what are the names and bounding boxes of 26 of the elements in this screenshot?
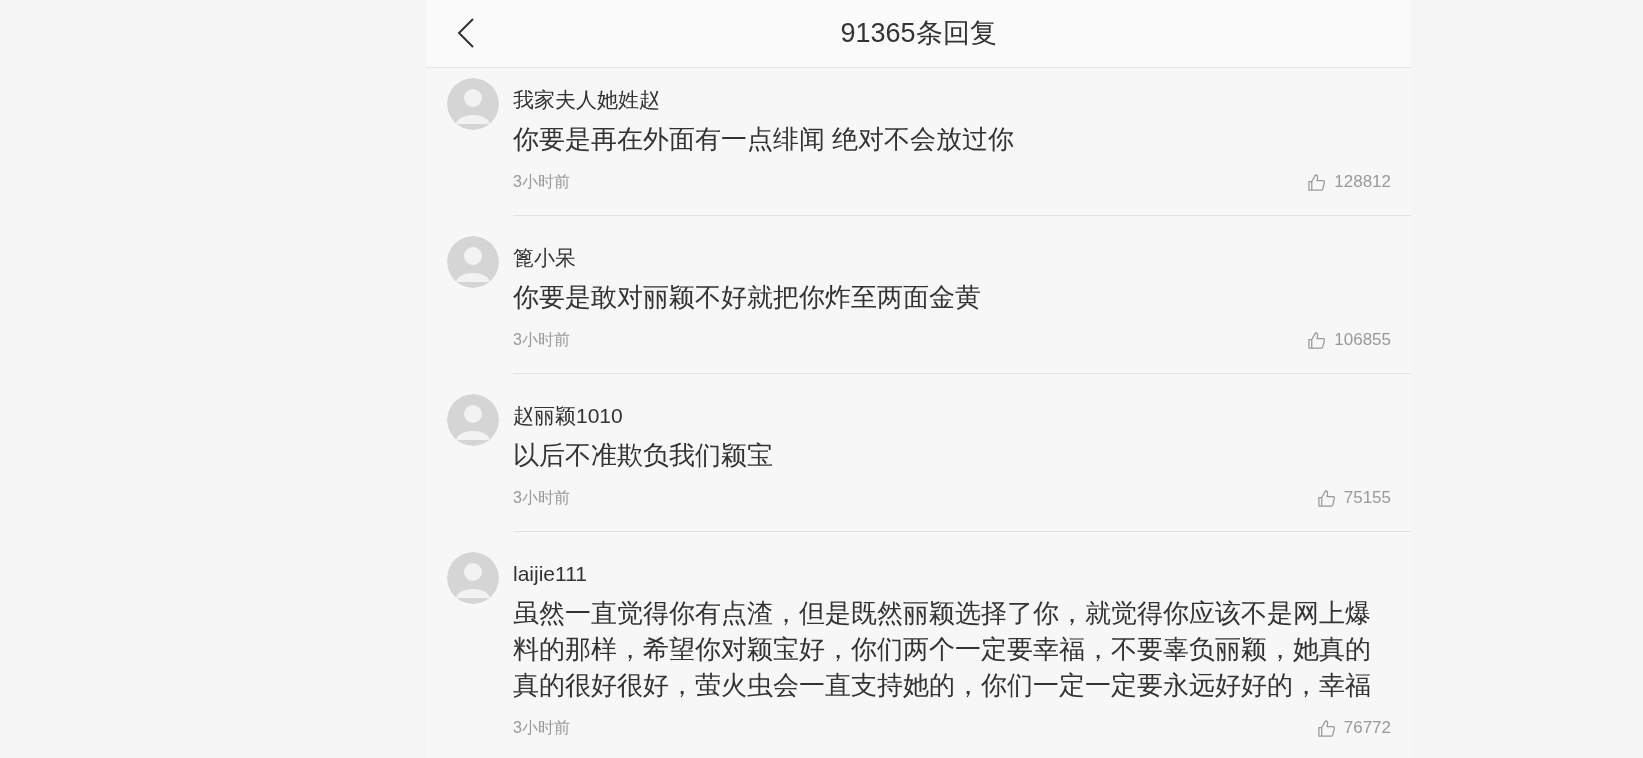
like-count: 75155 <box>1343 487 1391 509</box>
thumbs-up-icon[interactable] <box>1307 172 1327 192</box>
avatar[interactable] <box>447 78 499 130</box>
comment-time: 3小时前 <box>513 488 570 508</box>
thumbs-up-icon[interactable] <box>1316 718 1336 738</box>
comment-time: 3小时前 <box>513 172 570 192</box>
comment-time: 3小时前 <box>513 718 570 738</box>
comment-text: 虽然一直觉得你有点渣，但是既然丽颖选择了你，就觉得你应该不是网上爆料的那样，希望你对颖宝好，你们两个一定要幸福，不要辜负丽颖，她真的真的很好很好，萤火虫会一直支持她的，你们一定一定要永远好好的，幸福 <box>513 598 1372 701</box>
back-icon[interactable] <box>457 18 475 48</box>
user-name[interactable]: 篦小呆 <box>513 246 1391 270</box>
page-title: 91365条回复 <box>840 17 997 51</box>
like-count: 106855 <box>1334 329 1391 351</box>
like-count: 128812 <box>1334 171 1391 193</box>
avatar[interactable] <box>447 552 499 604</box>
comment-time: 3小时前 <box>513 330 570 350</box>
like-count: 76772 <box>1343 717 1391 739</box>
avatar[interactable] <box>447 236 499 288</box>
comment-text: 你要是再在外面有一点绯闻 绝对不会放过你 <box>513 124 1016 155</box>
user-name[interactable]: 赵丽颖1010 <box>513 404 1391 428</box>
comment-text: 你要是敢对丽颖不好就把你炸至两面金黄 <box>513 282 982 313</box>
thumbs-up-icon[interactable] <box>1307 330 1327 350</box>
user-name[interactable]: 我家夫人她姓赵 <box>513 88 1391 112</box>
avatar[interactable] <box>447 394 499 446</box>
thumbs-up-icon[interactable] <box>1316 488 1336 508</box>
user-name[interactable]: laijie111 <box>513 562 1391 586</box>
comment-text: 以后不准欺负我们颖宝 <box>513 440 774 471</box>
